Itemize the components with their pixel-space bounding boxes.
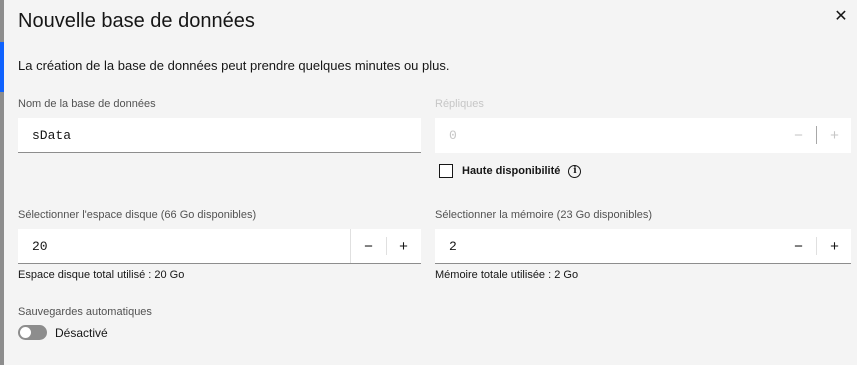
backups-label: Sauvegardes automatiques bbox=[18, 306, 152, 318]
db-name-field bbox=[18, 118, 421, 153]
replicas-label: Répliques bbox=[435, 98, 484, 110]
close-button[interactable]: ✕ bbox=[831, 6, 851, 26]
disk-input[interactable] bbox=[18, 229, 348, 263]
disk-field: − + bbox=[18, 229, 421, 264]
replicas-increment-button[interactable]: + bbox=[817, 118, 852, 152]
backups-toggle[interactable] bbox=[18, 325, 47, 340]
high-availability-row: Haute disponibilité i bbox=[439, 163, 582, 179]
db-name-input[interactable] bbox=[18, 118, 421, 152]
close-icon: ✕ bbox=[834, 8, 848, 25]
replicas-decrement-button[interactable]: − bbox=[781, 118, 816, 152]
memory-field: − + bbox=[435, 229, 851, 264]
memory-helper-text: Mémoire totale utilisée : 2 Go bbox=[435, 269, 579, 281]
high-availability-checkbox[interactable] bbox=[439, 164, 453, 178]
modal-intro-text: La création de la base de données peut p… bbox=[18, 58, 450, 73]
info-icon[interactable]: i bbox=[568, 164, 582, 178]
memory-increment-button[interactable]: + bbox=[817, 229, 852, 263]
backups-toggle-label: Désactivé bbox=[55, 325, 108, 340]
modal-title: Nouvelle base de données bbox=[18, 10, 255, 32]
memory-label: Sélectionner la mémoire (23 Go disponibl… bbox=[435, 209, 653, 221]
disk-helper-text: Espace disque total utilisé : 20 Go bbox=[18, 269, 185, 281]
high-availability-label: Haute disponibilité bbox=[462, 165, 561, 177]
memory-decrement-button[interactable]: − bbox=[781, 229, 816, 263]
disk-decrement-button[interactable]: − bbox=[351, 229, 386, 263]
disk-label: Sélectionner l'espace disque (66 Go disp… bbox=[18, 209, 257, 221]
new-database-modal: Nouvelle base de données ✕ La création d… bbox=[4, 0, 857, 365]
replicas-field: − + bbox=[435, 118, 851, 153]
backups-toggle-row: Désactivé bbox=[18, 325, 108, 340]
db-name-label: Nom de la base de données bbox=[18, 98, 156, 110]
replicas-input[interactable] bbox=[435, 118, 775, 152]
toggle-knob bbox=[20, 327, 31, 338]
disk-increment-button[interactable]: + bbox=[386, 229, 421, 263]
memory-input[interactable] bbox=[435, 229, 775, 263]
